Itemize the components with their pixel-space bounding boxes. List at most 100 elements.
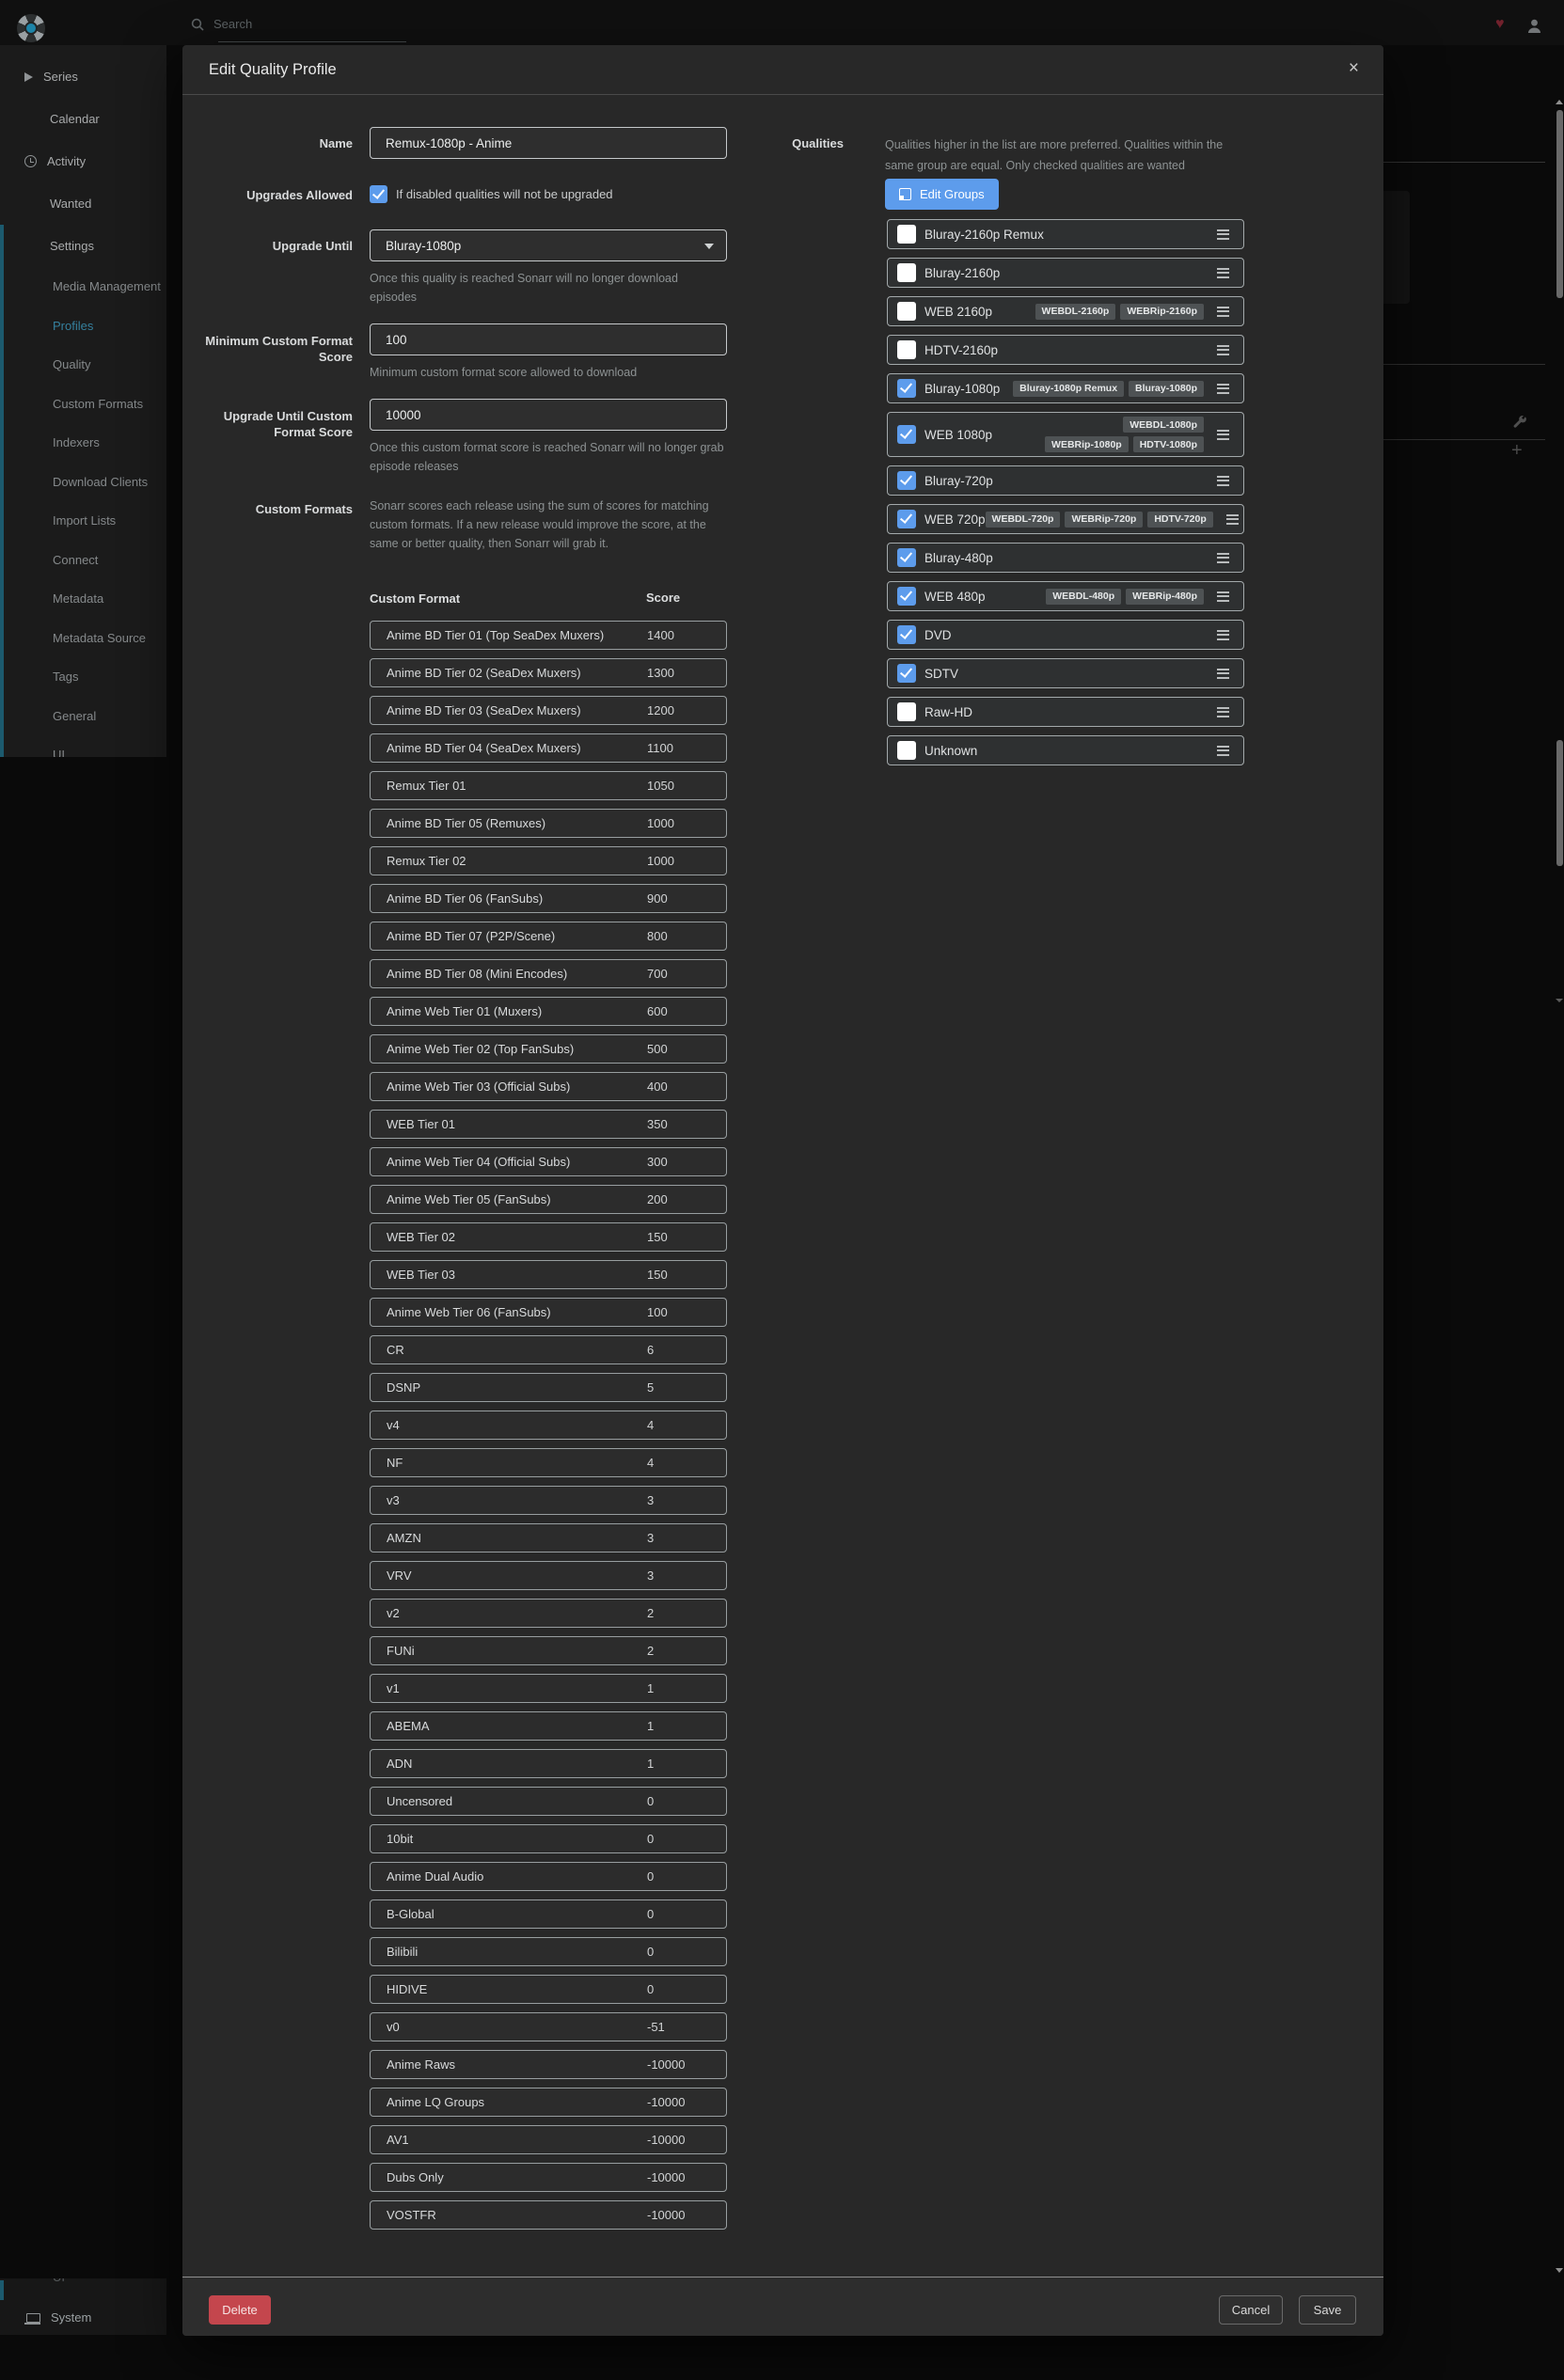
sidebar-subitem[interactable]: Quality xyxy=(0,345,166,385)
drag-handle-icon[interactable] xyxy=(1217,746,1229,756)
quality-row[interactable]: HDTV-2160p xyxy=(887,335,1244,365)
custom-format-row[interactable]: Anime Raws -10000 xyxy=(370,2050,727,2079)
custom-format-row[interactable]: WEB Tier 03 150 xyxy=(370,1260,727,1289)
sidebar-subitem[interactable]: General xyxy=(0,697,166,736)
custom-format-row[interactable]: AMZN 3 xyxy=(370,1523,727,1553)
drag-handle-icon[interactable] xyxy=(1217,307,1229,317)
custom-format-row[interactable]: Anime BD Tier 05 (Remuxes) 1000 xyxy=(370,809,727,838)
custom-format-row[interactable]: Anime LQ Groups -10000 xyxy=(370,2088,727,2117)
custom-format-row[interactable]: Anime BD Tier 01 (Top SeaDex Muxers) 140… xyxy=(370,621,727,650)
user-icon[interactable] xyxy=(1527,19,1541,33)
quality-checkbox[interactable] xyxy=(897,664,916,683)
sidebar-subitem[interactable]: Custom Formats xyxy=(0,385,166,424)
quality-checkbox[interactable] xyxy=(897,263,916,282)
scrollbar-thumb[interactable] xyxy=(1556,110,1563,298)
custom-format-row[interactable]: VRV 3 xyxy=(370,1561,727,1590)
sidebar-subitem-ui-clipped[interactable]: UI xyxy=(53,2278,65,2284)
custom-format-row[interactable]: HIDIVE 0 xyxy=(370,1975,727,2004)
sidebar-subitem[interactable]: Indexers xyxy=(0,423,166,463)
quality-checkbox[interactable] xyxy=(897,587,916,606)
sidebar-subitem[interactable]: Import Lists xyxy=(0,501,166,541)
sidebar-subitem[interactable]: UI xyxy=(0,735,166,757)
quality-row[interactable]: Bluray-720p xyxy=(887,465,1244,496)
drag-handle-icon[interactable] xyxy=(1226,514,1239,525)
quality-row[interactable]: Unknown xyxy=(887,735,1244,765)
delete-button[interactable]: Delete xyxy=(209,2295,271,2325)
plus-icon[interactable]: + xyxy=(1511,440,1523,462)
donate-heart-icon[interactable]: ♥ xyxy=(1495,16,1505,33)
scrollbar-down-arrow[interactable] xyxy=(1556,2268,1563,2273)
quality-row[interactable]: Raw-HD xyxy=(887,697,1244,727)
custom-format-row[interactable]: Anime BD Tier 06 (FanSubs) 900 xyxy=(370,884,727,913)
quality-row[interactable]: Bluray-2160p xyxy=(887,258,1244,288)
custom-format-row[interactable]: AV1 -10000 xyxy=(370,2125,727,2154)
sidebar-subitem[interactable]: Metadata Source xyxy=(0,619,166,658)
drag-handle-icon[interactable] xyxy=(1217,669,1229,679)
custom-format-row[interactable]: 10bit 0 xyxy=(370,1824,727,1853)
custom-format-row[interactable]: Anime Dual Audio 0 xyxy=(370,1862,727,1891)
custom-format-row[interactable]: v0 -51 xyxy=(370,2012,727,2041)
custom-format-row[interactable]: Anime Web Tier 01 (Muxers) 600 xyxy=(370,997,727,1026)
sidebar-subitem[interactable]: Tags xyxy=(0,657,166,697)
custom-format-row[interactable]: Anime Web Tier 06 (FanSubs) 100 xyxy=(370,1298,727,1327)
sidebar-subitem[interactable]: Media Management xyxy=(0,267,166,307)
quality-row[interactable]: Bluray-1080p Bluray-1080p RemuxBluray-10… xyxy=(887,373,1244,403)
search-input[interactable]: Search xyxy=(191,17,252,31)
sidebar-subitem[interactable]: Profiles xyxy=(0,307,166,346)
quality-checkbox[interactable] xyxy=(897,548,916,567)
edit-groups-button[interactable]: Edit Groups xyxy=(885,179,999,210)
quality-checkbox[interactable] xyxy=(897,741,916,760)
quality-checkbox[interactable] xyxy=(897,510,916,528)
custom-format-row[interactable]: Anime Web Tier 04 (Official Subs) 300 xyxy=(370,1147,727,1176)
custom-format-row[interactable]: Remux Tier 02 1000 xyxy=(370,846,727,875)
custom-format-row[interactable]: ABEMA 1 xyxy=(370,1711,727,1741)
quality-row[interactable]: Bluray-2160p Remux xyxy=(887,219,1244,249)
quality-checkbox[interactable] xyxy=(897,702,916,721)
drag-handle-icon[interactable] xyxy=(1217,591,1229,602)
quality-row[interactable]: DVD xyxy=(887,620,1244,650)
custom-format-row[interactable]: Uncensored 0 xyxy=(370,1787,727,1816)
cancel-button[interactable]: Cancel xyxy=(1219,2295,1283,2325)
sonarr-logo-icon[interactable] xyxy=(17,14,45,42)
quality-row[interactable]: WEB 2160p WEBDL-2160pWEBRip-2160p xyxy=(887,296,1244,326)
drag-handle-icon[interactable] xyxy=(1217,707,1229,717)
custom-format-row[interactable]: WEB Tier 01 350 xyxy=(370,1110,727,1139)
custom-format-row[interactable]: v4 4 xyxy=(370,1411,727,1440)
sidebar-subitem[interactable]: Metadata xyxy=(0,579,166,619)
custom-format-row[interactable]: VOSTFR -10000 xyxy=(370,2200,727,2230)
custom-format-row[interactable]: NF 4 xyxy=(370,1448,727,1477)
custom-format-row[interactable]: DSNP 5 xyxy=(370,1373,727,1402)
quality-row[interactable]: WEB 1080p WEBDL-1080pWEBRip-1080pHDTV-10… xyxy=(887,412,1244,457)
custom-format-row[interactable]: Dubs Only -10000 xyxy=(370,2163,727,2192)
custom-format-row[interactable]: Anime BD Tier 07 (P2P/Scene) 800 xyxy=(370,922,727,951)
custom-format-row[interactable]: Anime Web Tier 02 (Top FanSubs) 500 xyxy=(370,1034,727,1064)
quality-row[interactable]: WEB 720p WEBDL-720pWEBRip-720pHDTV-720p xyxy=(887,504,1244,534)
scrollbar-thumb[interactable] xyxy=(1556,740,1563,866)
sidebar-item[interactable]: Series xyxy=(0,55,166,98)
wrench-icon[interactable] xyxy=(1512,415,1527,430)
sidebar-item[interactable]: Settings xyxy=(0,225,166,267)
custom-format-row[interactable]: Bilibili 0 xyxy=(370,1937,727,1966)
custom-format-row[interactable]: Anime Web Tier 05 (FanSubs) 200 xyxy=(370,1185,727,1214)
quality-checkbox[interactable] xyxy=(897,225,916,244)
sidebar-item[interactable]: Wanted xyxy=(0,182,166,225)
custom-format-row[interactable]: v3 3 xyxy=(370,1486,727,1515)
scrollbar-up-arrow[interactable] xyxy=(1556,100,1563,104)
custom-format-row[interactable]: WEB Tier 02 150 xyxy=(370,1222,727,1252)
sidebar-item[interactable]: Calendar xyxy=(0,98,166,140)
min-cfs-input[interactable] xyxy=(370,323,727,355)
scrollbar-down-arrow[interactable] xyxy=(1556,999,1563,1002)
quality-checkbox[interactable] xyxy=(897,340,916,359)
custom-format-row[interactable]: CR 6 xyxy=(370,1335,727,1364)
custom-format-row[interactable]: ADN 1 xyxy=(370,1749,727,1778)
save-button[interactable]: Save xyxy=(1299,2295,1356,2325)
custom-format-row[interactable]: Remux Tier 01 1050 xyxy=(370,771,727,800)
custom-format-row[interactable]: Anime BD Tier 03 (SeaDex Muxers) 1200 xyxy=(370,696,727,725)
drag-handle-icon[interactable] xyxy=(1217,476,1229,486)
drag-handle-icon[interactable] xyxy=(1217,229,1229,240)
quality-checkbox[interactable] xyxy=(897,379,916,398)
quality-row[interactable]: Bluray-480p xyxy=(887,543,1244,573)
quality-checkbox[interactable] xyxy=(897,302,916,321)
custom-format-row[interactable]: v1 1 xyxy=(370,1674,727,1703)
custom-format-row[interactable]: Anime BD Tier 02 (SeaDex Muxers) 1300 xyxy=(370,658,727,687)
